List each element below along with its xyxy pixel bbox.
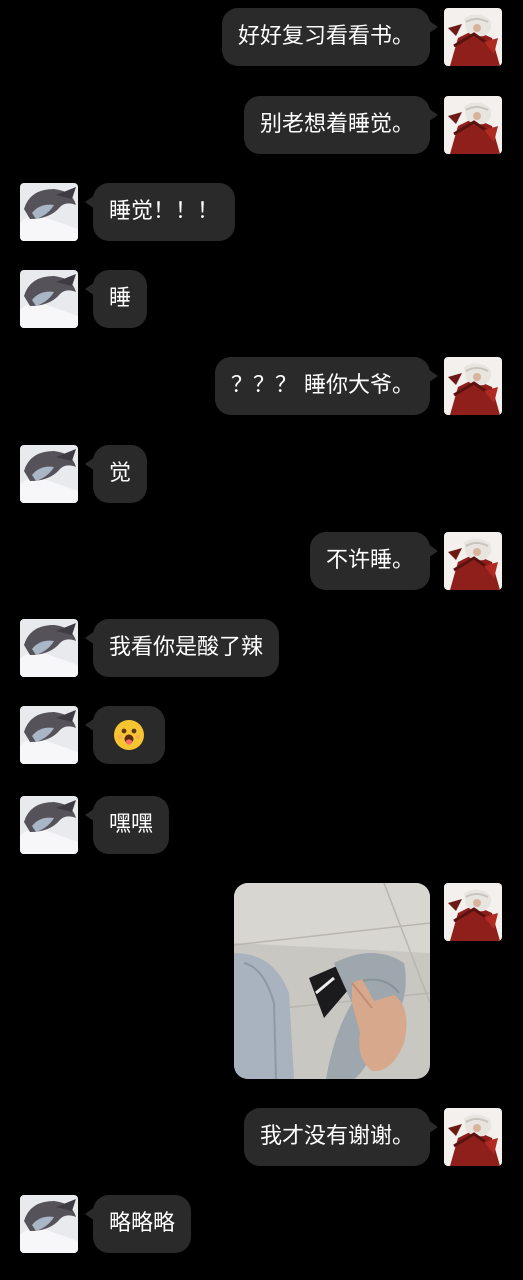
avatar-contact[interactable] xyxy=(20,1195,78,1253)
message-bubble[interactable]: ？？？ 睡你大爷。 xyxy=(215,357,438,415)
avatar-contact[interactable] xyxy=(20,183,78,241)
message-bubble[interactable]: 略略略 xyxy=(84,1195,192,1253)
message-text: 略略略 xyxy=(109,1211,176,1236)
message-bubble[interactable]: 我才没有谢谢。 xyxy=(243,1108,439,1166)
message-bubble[interactable]: 不许睡。 xyxy=(309,532,439,590)
avatar-contact[interactable] xyxy=(20,796,78,854)
avatar-self[interactable] xyxy=(444,883,502,941)
message-text: 嘿嘿 xyxy=(109,812,154,837)
message-text: 好好复习看看书。 xyxy=(237,24,414,49)
message-text: 我看你是酸了辣 xyxy=(109,635,264,660)
message-bubble[interactable]: 睡 xyxy=(84,270,148,328)
avatar-contact[interactable] xyxy=(20,270,78,328)
message-text: 睡觉！！！ xyxy=(109,199,220,224)
message-text: ？？？ 睡你大爷。 xyxy=(231,373,414,398)
avatar-contact[interactable] xyxy=(20,706,78,764)
message-text: 不许睡。 xyxy=(325,548,414,573)
message-bubble[interactable]: 觉 xyxy=(84,445,148,503)
message-bubble[interactable] xyxy=(85,706,165,764)
avatar-self[interactable] xyxy=(444,532,502,590)
message-text: 觉 xyxy=(109,461,132,486)
photo-message[interactable] xyxy=(234,883,430,1079)
avatar-self[interactable] xyxy=(444,357,502,415)
avatar-self[interactable] xyxy=(444,96,502,154)
message-bubble[interactable]: 好好复习看看书。 xyxy=(221,8,439,66)
tongue-out-emoji-icon xyxy=(114,720,144,750)
message-bubble[interactable]: 别老想着睡觉。 xyxy=(243,96,439,154)
message-bubble[interactable]: 嘿嘿 xyxy=(84,796,170,854)
message-bubble[interactable]: 我看你是酸了辣 xyxy=(84,619,280,677)
message-text: 我才没有谢谢。 xyxy=(259,1124,414,1149)
avatar-contact[interactable] xyxy=(20,445,78,503)
avatar-self[interactable] xyxy=(444,8,502,66)
avatar-contact[interactable] xyxy=(20,619,78,677)
message-text: 睡 xyxy=(109,286,132,311)
message-text: 别老想着睡觉。 xyxy=(259,112,414,137)
avatar-self[interactable] xyxy=(444,1108,502,1166)
message-bubble[interactable]: 睡觉！！！ xyxy=(84,183,236,241)
